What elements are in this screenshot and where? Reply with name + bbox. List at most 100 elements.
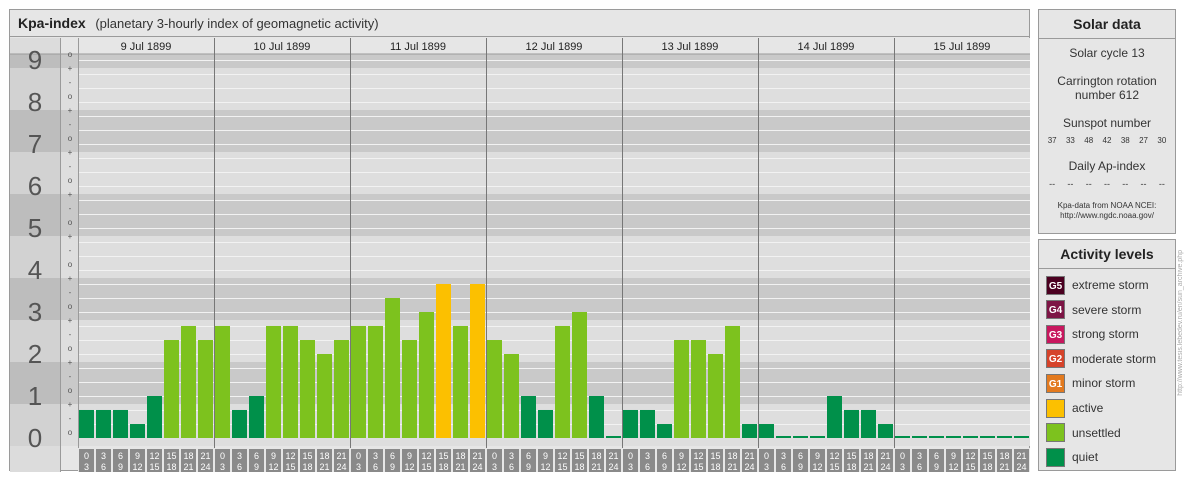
interval-end-label: 18 bbox=[166, 462, 176, 472]
credit-url: http://www.tesis.lebedev.ru/en/sun_archi… bbox=[1177, 250, 1184, 396]
kp-bar bbox=[572, 312, 587, 438]
kp-bar bbox=[844, 409, 859, 438]
y-minor-label: o bbox=[68, 302, 73, 311]
interval-end-label: 3 bbox=[220, 462, 225, 472]
interval-start-label: 9 bbox=[543, 451, 548, 461]
y-minor-label: + bbox=[68, 106, 73, 115]
kp-bar bbox=[283, 325, 298, 438]
interval-end-label: 3 bbox=[84, 462, 89, 472]
interval-start-label: 3 bbox=[645, 451, 650, 461]
kp-bar bbox=[453, 325, 468, 438]
kp-bar bbox=[861, 409, 876, 438]
kp-bar bbox=[419, 312, 434, 438]
y-minor-label: + bbox=[68, 274, 73, 283]
interval-start-label: 3 bbox=[781, 451, 786, 461]
interval-start-label: 3 bbox=[917, 451, 922, 461]
interval-end-label: 24 bbox=[744, 462, 754, 472]
day-label: 9 Jul 1899 bbox=[121, 41, 172, 53]
kp-bar bbox=[606, 436, 621, 438]
kp-bar bbox=[623, 409, 638, 438]
interval-end-label: 12 bbox=[404, 462, 414, 472]
y-minor-label: + bbox=[68, 316, 73, 325]
y-minor-label: - bbox=[69, 120, 72, 129]
y-minor-label: - bbox=[69, 372, 72, 381]
ap-value: -- bbox=[1140, 179, 1147, 189]
interval-end-label: 12 bbox=[540, 462, 550, 472]
kp-bar bbox=[300, 340, 315, 438]
kp-bar bbox=[164, 340, 179, 438]
interval-start-label: 0 bbox=[220, 451, 225, 461]
y-minor-label: o bbox=[68, 134, 73, 143]
y-minor-label: - bbox=[69, 204, 72, 213]
kp-bar bbox=[895, 436, 910, 438]
activity-level-swatch: G3 bbox=[1046, 324, 1065, 344]
interval-start-label: 3 bbox=[509, 451, 514, 461]
activity-level-label: unsettled bbox=[1072, 425, 1121, 440]
y-minor-label: - bbox=[69, 162, 72, 171]
interval-end-label: 6 bbox=[373, 462, 378, 472]
activity-level-item: G1 minor storm bbox=[1046, 373, 1135, 393]
activity-level-label: active bbox=[1072, 401, 1104, 415]
y-minor-label: o bbox=[68, 428, 73, 437]
y-axis-label: 5 bbox=[28, 213, 42, 243]
kp-bar bbox=[997, 436, 1012, 438]
y-minor-label: o bbox=[68, 50, 73, 59]
interval-end-label: 15 bbox=[693, 462, 703, 472]
y-axis-label: 9 bbox=[28, 45, 42, 75]
interval-end-label: 9 bbox=[118, 462, 123, 472]
activity-level-label: minor storm bbox=[1072, 376, 1136, 391]
interval-end-label: 24 bbox=[608, 462, 618, 472]
carrington-line-1: Carrington rotation bbox=[1057, 74, 1157, 88]
interval-end-label: 12 bbox=[812, 462, 822, 472]
interval-start-label: 12 bbox=[421, 451, 431, 461]
credit-text: http://www.tesis.lebedev.ru/en/sun_archi… bbox=[1177, 250, 1184, 470]
y-minor-label: o bbox=[68, 386, 73, 395]
interval-start-label: 21 bbox=[200, 451, 210, 461]
y-minor-label: - bbox=[69, 414, 72, 423]
interval-start-label: 21 bbox=[472, 451, 482, 461]
interval-start-label: 9 bbox=[679, 451, 684, 461]
kp-bar bbox=[130, 424, 145, 438]
y-axis-label: 2 bbox=[28, 339, 42, 369]
kp-bar bbox=[929, 436, 944, 438]
interval-start-label: 15 bbox=[982, 451, 992, 461]
kp-bar bbox=[589, 396, 604, 438]
y-axis-label: 6 bbox=[28, 171, 42, 201]
interval-end-label: 3 bbox=[356, 462, 361, 472]
y-axis-label: 8 bbox=[28, 87, 42, 117]
kp-bar bbox=[385, 298, 400, 438]
kp-bar bbox=[232, 409, 247, 438]
interval-start-label: 18 bbox=[319, 451, 329, 461]
kp-bar bbox=[912, 436, 927, 438]
kp-bar bbox=[470, 283, 485, 438]
interval-start-label: 21 bbox=[880, 451, 890, 461]
activity-level-swatch bbox=[1046, 423, 1065, 443]
activity-level-swatch: G5 bbox=[1046, 275, 1065, 295]
y-minor-label: - bbox=[69, 78, 72, 87]
kp-bar bbox=[368, 325, 383, 438]
interval-end-label: 18 bbox=[438, 462, 448, 472]
interval-end-label: 3 bbox=[628, 462, 633, 472]
interval-start-label: 12 bbox=[829, 451, 839, 461]
y-minor-label: + bbox=[68, 148, 73, 157]
day-label: 15 Jul 1899 bbox=[934, 41, 991, 53]
ap-index-label: Daily Ap-index bbox=[1068, 159, 1146, 173]
y-axis-label: 0 bbox=[28, 423, 42, 453]
interval-end-label: 9 bbox=[526, 462, 531, 472]
interval-start-label: 18 bbox=[455, 451, 465, 461]
interval-start-label: 6 bbox=[118, 451, 123, 461]
interval-end-label: 21 bbox=[863, 462, 873, 472]
sunspot-value: 38 bbox=[1120, 136, 1130, 145]
activity-level-label: quiet bbox=[1072, 450, 1099, 465]
interval-end-label: 21 bbox=[727, 462, 737, 472]
kp-bar bbox=[317, 354, 332, 438]
interval-start-label: 15 bbox=[166, 451, 176, 461]
kp-bar bbox=[181, 325, 196, 438]
day-label: 13 Jul 1899 bbox=[662, 41, 719, 53]
carrington-line-2: number 612 bbox=[1074, 88, 1140, 102]
kpa-chart-panel: Kpa-index (planetary 3-hourly index of g… bbox=[9, 9, 1030, 472]
ap-value: -- bbox=[1158, 179, 1165, 189]
interval-start-label: 18 bbox=[591, 451, 601, 461]
activity-level-swatch bbox=[1046, 447, 1065, 467]
interval-end-label: 21 bbox=[319, 462, 329, 472]
